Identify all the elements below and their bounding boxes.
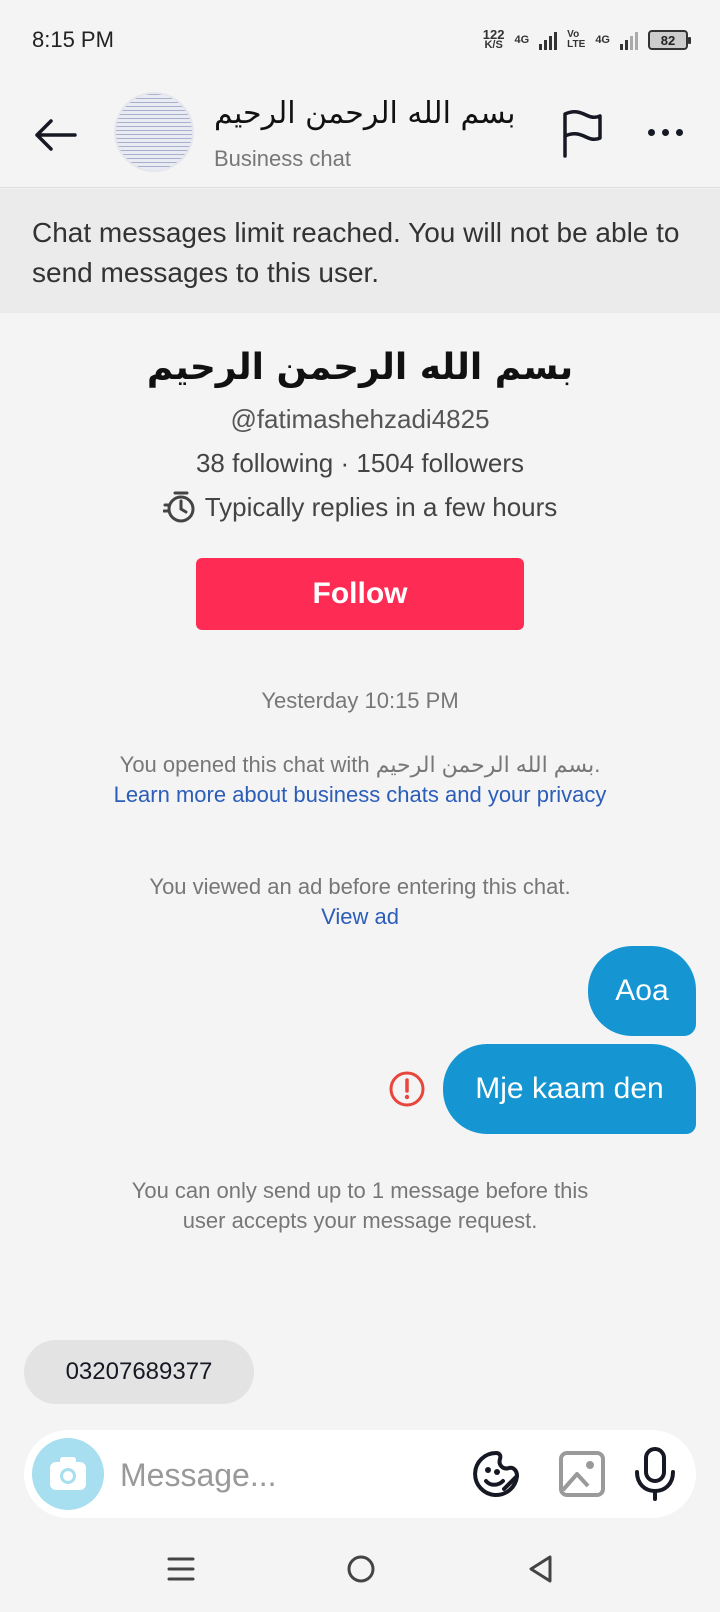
learn-more-link[interactable]: Learn more about business chats and your… [60,780,660,810]
home-button[interactable] [346,1554,376,1584]
sticker-icon [473,1451,519,1497]
status-icons: 122 K/S 4G Vo LTE 4G 82 [482,27,691,51]
camera-button[interactable] [32,1438,104,1510]
system-nav-bar [0,1540,720,1612]
sent-message[interactable]: Mje kaam den [443,1044,696,1134]
chat-opened-text: You opened this chat with بسم الله الرحم… [119,752,601,777]
report-button[interactable] [560,108,610,158]
recents-button[interactable] [166,1554,196,1584]
profile-stats: 38 following · 1504 followers [195,448,525,478]
menu-icon [167,1557,195,1581]
message-failed-button[interactable] [388,1070,426,1108]
reply-time-text: Typically replies in a few hours [204,492,558,522]
signal-icon-2 [620,30,638,50]
network-type-label-2: 4G [595,34,610,46]
ad-notice: You viewed an ad before entering this ch… [60,872,660,932]
status-time: 8:15 PM [32,27,114,52]
signal-icon [539,30,558,50]
avatar[interactable] [114,92,194,172]
battery-icon: 82 [648,30,691,50]
message-input[interactable] [120,1450,450,1500]
message-timestamp: Yesterday 10:15 PM [261,688,459,713]
sticker-button[interactable] [470,1448,522,1500]
flag-icon [563,110,602,158]
chat-opened-notice: You opened this chat with بسم الله الرحم… [60,750,660,810]
profile-summary: بسم الله الرحمن الرحيم @fatimashehzadi48… [0,340,720,524]
home-circle-icon [347,1555,375,1583]
quick-reply-chip[interactable]: 03207689377 [24,1340,254,1404]
error-icon [389,1071,425,1107]
back-arrow-icon [35,119,77,151]
network-speed: 122 K/S [482,27,505,51]
mic-icon [635,1447,675,1501]
timer-icon [162,491,195,523]
sent-message[interactable]: Aoa [588,946,696,1036]
voice-button[interactable] [632,1446,678,1502]
image-icon [559,1451,605,1497]
chat-header: بسم الله الرحمن الرحيم Business chat [0,82,720,188]
view-ad-link[interactable]: View ad [60,902,660,932]
ad-notice-text: You viewed an ad before entering this ch… [149,874,571,899]
message-composer [24,1430,696,1518]
chat-title[interactable]: بسم الله الرحمن الرحيم [214,96,516,131]
camera-icon [50,1457,86,1490]
battery-level: 82 [660,32,676,48]
profile-name: بسم الله الرحمن الرحيم [146,347,574,388]
image-button[interactable] [558,1450,608,1500]
back-button[interactable] [30,110,80,160]
network-type-label: 4G [514,34,530,46]
more-icon [647,128,655,136]
more-button[interactable] [640,112,690,152]
profile-handle: @fatimashehzadi4825 [230,404,490,434]
limit-banner: Chat messages limit reached. You will no… [0,189,720,313]
status-bar: 8:15 PM 122 K/S 4G Vo LTE 4G 82 [0,0,720,80]
chat-subtitle: Business chat [214,146,351,171]
follow-button[interactable]: Follow [196,558,524,630]
message-limit-notice: You can only send up to 1 message before… [131,1178,589,1233]
system-back-button[interactable] [526,1554,556,1584]
volte-label: Vo LTE [567,29,586,50]
triangle-back-icon [529,1555,552,1583]
reply-time: Typically replies in a few hours [0,490,720,524]
